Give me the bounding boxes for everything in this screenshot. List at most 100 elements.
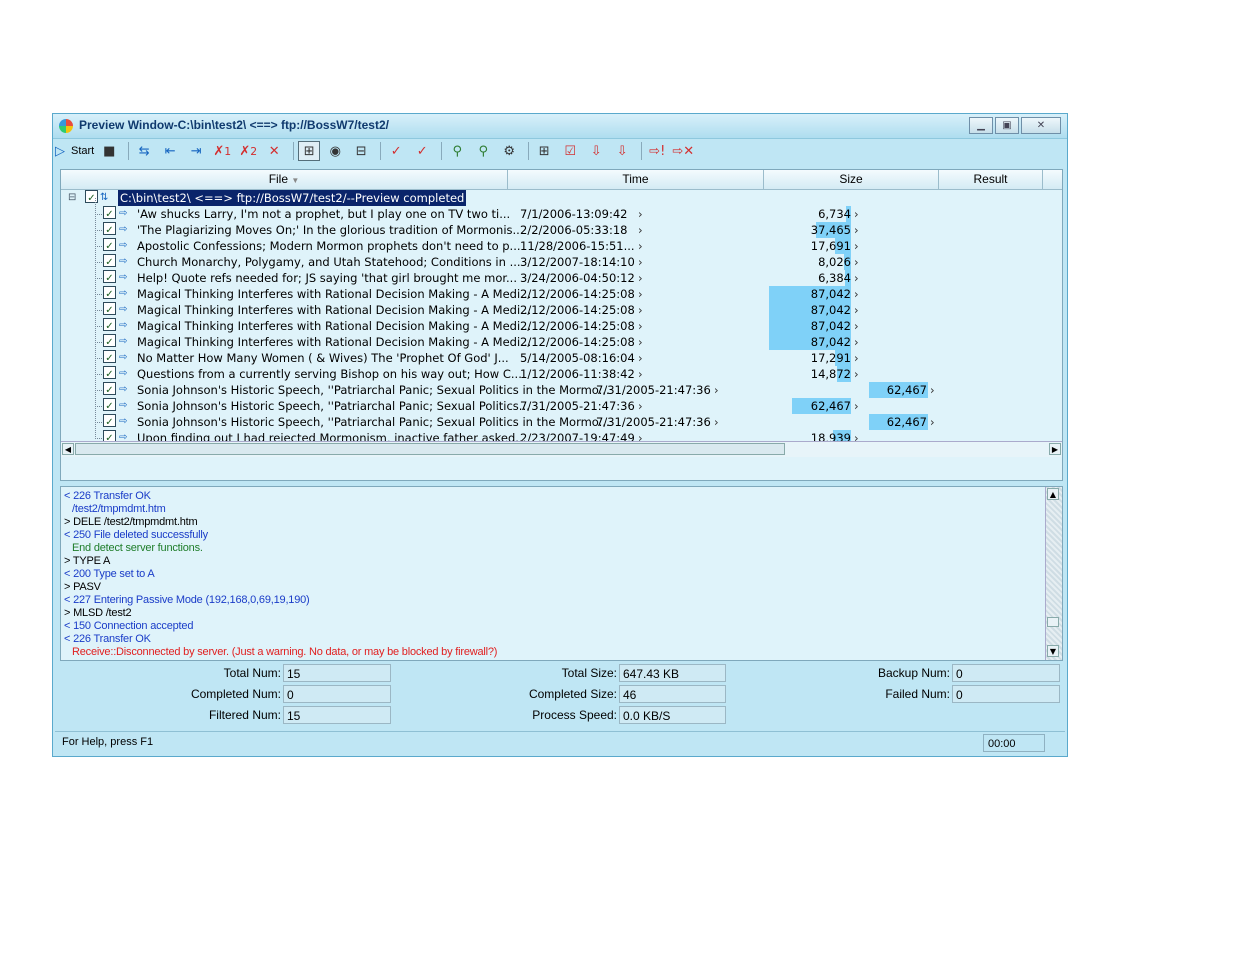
- column-header-time[interactable]: Time: [508, 170, 764, 189]
- vertical-scrollbar[interactable]: ▲ ▼: [1045, 487, 1062, 660]
- sync-left-button[interactable]: ⇤: [159, 141, 181, 161]
- file-row[interactable]: ✓ ⇨ 'The Plagiarizing Moves On;' In the gl…: [61, 214, 1062, 238]
- log-line: > PASV: [64, 581, 101, 593]
- log-line: < 150 Connection accepted: [64, 620, 194, 632]
- file-time: 3/12/2007-18:14:10: [520, 255, 635, 269]
- down-arrow-icon: ⇩: [590, 143, 602, 159]
- file-name: Magical Thinking Interferes with Rationa…: [137, 287, 532, 301]
- delete-1-button[interactable]: ✗ 1: [211, 141, 233, 161]
- file-checkbox[interactable]: ✓: [103, 398, 116, 412]
- sync-both-button[interactable]: ⇆: [133, 141, 155, 161]
- log-line: > DELE /test2/tmpmdmt.htm: [64, 516, 198, 528]
- view-filter-button[interactable]: ◉: [324, 141, 346, 161]
- collapse-icon: ⊟: [68, 192, 77, 203]
- scroll-up-icon[interactable]: ▲: [1047, 488, 1059, 500]
- move-down-2-button[interactable]: ⇩: [611, 141, 633, 161]
- cancel-button[interactable]: ⇨✕: [672, 141, 694, 161]
- maximize-button[interactable]: ▣: [995, 117, 1019, 134]
- view-diff-button[interactable]: ⊟: [350, 141, 372, 161]
- file-row[interactable]: ✓ ⇨ Magical Thinking Interferes with Ratio…: [61, 278, 1062, 302]
- scroll-thumb-v[interactable]: [1047, 617, 1059, 627]
- file-tree[interactable]: File ▼ Time Size Result ⊟ ✓ ⇅ C:\bin\tes…: [60, 169, 1063, 481]
- file-row[interactable]: ✓ ⇨ 'Aw shucks Larry, I'm not a prophet, b…: [61, 198, 1062, 222]
- file-checkbox[interactable]: ✓: [103, 318, 116, 332]
- file-row[interactable]: ✓ ⇨ Church Monarchy, Polygamy, and Utah St…: [61, 246, 1062, 270]
- file-row[interactable]: ✓ ⇨ Help! Quote refs needed for; JS saying…: [61, 262, 1062, 286]
- file-checkbox[interactable]: ✓: [103, 286, 116, 300]
- preview-window: Preview Window-C:\bin\test2\ <==> ftp://…: [52, 113, 1068, 757]
- minimize-button[interactable]: ▁: [969, 117, 993, 134]
- file-checkbox[interactable]: ✓: [103, 254, 116, 268]
- file-checkbox[interactable]: ✓: [103, 206, 116, 220]
- file-row[interactable]: ✓ ⇨ No Matter How Many Women ( & Wives) Th…: [61, 342, 1062, 366]
- sync-right-icon: ⇨: [119, 256, 128, 267]
- time-arrow-icon: ›: [638, 255, 643, 269]
- down-arrow-2-icon: ⇩: [616, 143, 628, 159]
- file-checkbox[interactable]: ✓: [103, 302, 116, 316]
- root-label: C:\bin\test2\ <==> ftp://BossW7/test2/--…: [118, 190, 467, 206]
- alert-button[interactable]: ⇨!: [646, 141, 668, 161]
- stop-button[interactable]: ■: [98, 141, 120, 161]
- file-row[interactable]: ✓ ⇨ Questions from a currently serving Bis…: [61, 358, 1062, 382]
- file-size: 17,691: [810, 239, 851, 253]
- log-panel[interactable]: ▲ ▼ < 226 Transfer OK/test2/tmpmdmt.htm >…: [60, 486, 1063, 661]
- file-time: 1/12/2006-11:38:42: [520, 367, 635, 381]
- scroll-down-icon[interactable]: ▼: [1047, 645, 1059, 657]
- file-row[interactable]: ✓ ⇨ Sonia Johnson's Historic Speech, ''Pat…: [61, 390, 1062, 414]
- delete-button[interactable]: ✕: [263, 141, 285, 161]
- file-checkbox[interactable]: ✓: [103, 382, 116, 396]
- start-button[interactable]: ▷ Start: [55, 141, 94, 161]
- horizontal-scrollbar[interactable]: ◀ ▶: [61, 441, 1062, 457]
- column-header-result[interactable]: Result: [939, 170, 1043, 189]
- column-header-file[interactable]: File ▼: [61, 170, 508, 189]
- root-row[interactable]: ⊟ ✓ ⇅ C:\bin\test2\ <==> ftp://BossW7/te…: [61, 190, 1062, 206]
- file-row[interactable]: ✓ ⇨ Sonia Johnson's Historic Speech, ''Pat…: [61, 406, 1062, 430]
- scroll-thumb[interactable]: [75, 443, 785, 455]
- mark-button[interactable]: ✓: [385, 141, 407, 161]
- column-header-size[interactable]: Size: [764, 170, 939, 189]
- check-all-button[interactable]: ☑: [559, 141, 581, 161]
- delete-2-button[interactable]: ✗ 2: [237, 141, 259, 161]
- file-size: 87,042: [810, 319, 851, 333]
- close-button[interactable]: ✕: [1021, 117, 1061, 134]
- log-line: End detect server functions.: [72, 542, 203, 554]
- file-checkbox[interactable]: ✓: [103, 366, 116, 380]
- sync-right-icon: ⇨: [119, 336, 128, 347]
- filtered-num-value: 15: [283, 706, 391, 724]
- unmark-button[interactable]: ✓: [411, 141, 433, 161]
- file-row[interactable]: ✓ ⇨ Sonia Johnson's Historic Speech, ''Pat…: [61, 374, 1062, 398]
- file-row[interactable]: ✓ ⇨ Magical Thinking Interferes with Ratio…: [61, 310, 1062, 334]
- help-text: For Help, press F1: [62, 736, 154, 748]
- scroll-right-icon[interactable]: ▶: [1049, 443, 1061, 455]
- file-size: 62,467: [886, 415, 927, 429]
- file-checkbox[interactable]: ✓: [103, 414, 116, 428]
- file-row[interactable]: ✓ ⇨ Magical Thinking Interferes with Ratio…: [61, 294, 1062, 318]
- title-bar[interactable]: Preview Window-C:\bin\test2\ <==> ftp://…: [53, 114, 1067, 139]
- file-checkbox[interactable]: ✓: [103, 238, 116, 252]
- inspect-button[interactable]: ⚙: [498, 141, 520, 161]
- file-checkbox[interactable]: ✓: [103, 270, 116, 284]
- log-line: > TYPE A: [64, 555, 111, 567]
- file-checkbox[interactable]: ✓: [103, 350, 116, 364]
- find-2-button[interactable]: ⚲: [472, 141, 494, 161]
- file-row[interactable]: ✓ ⇨ Magical Thinking Interferes with Ratio…: [61, 326, 1062, 350]
- find-1-button[interactable]: ⚲: [446, 141, 468, 161]
- stats-panel: Total Num: 15 Completed Num: 0 Filtered …: [53, 662, 1067, 728]
- file-time: 7/1/2006-13:09:42: [520, 207, 628, 221]
- file-name: Sonia Johnson's Historic Speech, ''Patri…: [137, 383, 610, 397]
- file-checkbox[interactable]: ✓: [103, 334, 116, 348]
- file-checkbox[interactable]: ✓: [103, 222, 116, 236]
- tree-button[interactable]: ⊞: [533, 141, 555, 161]
- size-arrow-icon: ›: [854, 319, 859, 333]
- view-all-button[interactable]: ⊞: [298, 141, 321, 161]
- move-down-button[interactable]: ⇩: [585, 141, 607, 161]
- delete-1-icon: ✗: [213, 143, 225, 159]
- sync-right-button[interactable]: ⇥: [185, 141, 207, 161]
- total-num-label: Total Num:: [223, 666, 281, 680]
- sync-right-icon: ⇨: [119, 272, 128, 283]
- time-arrow-icon: ›: [638, 271, 643, 285]
- file-name: Magical Thinking Interferes with Rationa…: [137, 319, 532, 333]
- file-row[interactable]: ✓ ⇨ Apostolic Confessions; Modern Mormon p…: [61, 230, 1062, 254]
- scroll-left-icon[interactable]: ◀: [62, 443, 74, 455]
- size-arrow-icon: ›: [854, 255, 859, 269]
